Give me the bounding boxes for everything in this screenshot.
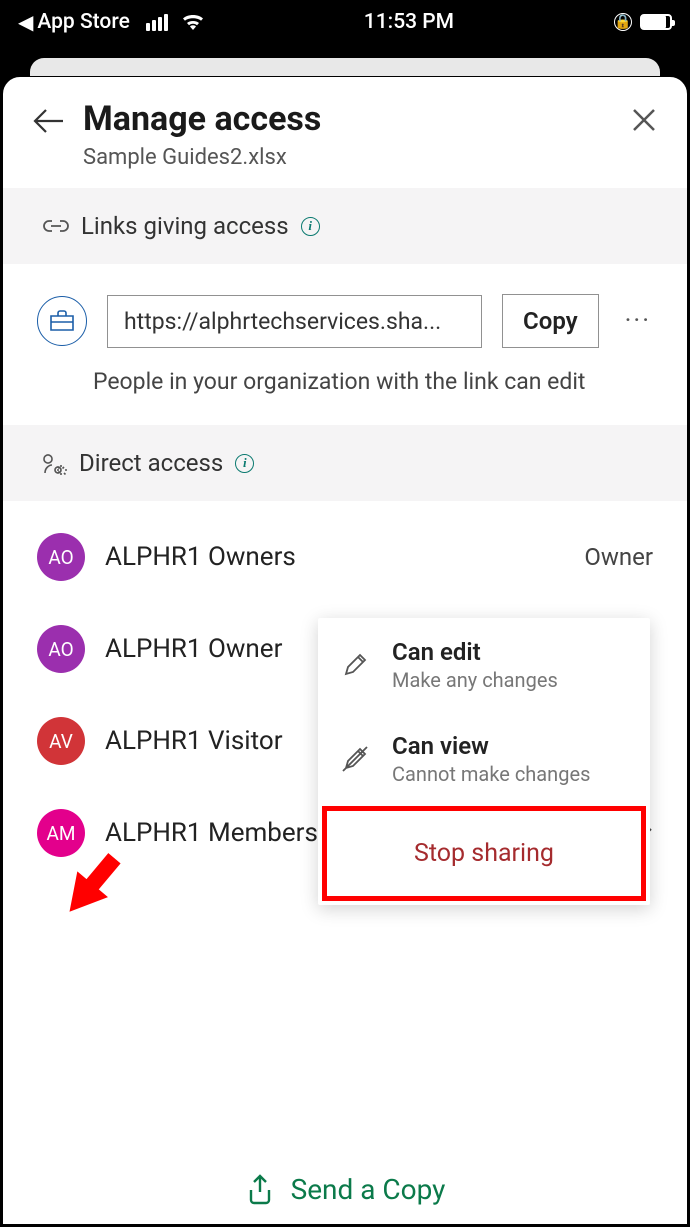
battery-icon <box>640 14 672 30</box>
send-copy-label: Send a Copy <box>291 1173 446 1206</box>
pencil-icon <box>340 652 370 678</box>
share-url-field[interactable]: https://alphrtechservices.sha... <box>107 295 482 348</box>
stop-sharing-option[interactable]: Stop sharing <box>322 806 646 901</box>
permissions-popup: Can edit Make any changes Can view Canno… <box>318 618 650 905</box>
close-button[interactable] <box>631 103 657 141</box>
link-icon <box>43 217 69 235</box>
option-title: Can edit <box>392 638 628 666</box>
back-button[interactable] <box>33 107 65 143</box>
option-subtitle: Cannot make changes <box>392 762 628 786</box>
copy-button[interactable]: Copy <box>502 294 599 348</box>
link-description: People in your organization with the lin… <box>93 368 657 395</box>
can-edit-option[interactable]: Can edit Make any changes <box>318 618 650 712</box>
can-view-option[interactable]: Can view Cannot make changes <box>318 712 650 806</box>
avatar: AV <box>37 717 85 765</box>
back-to-app[interactable]: ◀ App Store <box>18 10 130 34</box>
wifi-icon <box>182 14 204 30</box>
option-subtitle: Make any changes <box>392 668 628 692</box>
pencil-slash-icon <box>340 745 370 773</box>
orientation-lock-icon: 🔒 <box>614 13 632 31</box>
person-settings-icon <box>43 451 67 475</box>
org-link-icon <box>37 296 87 346</box>
file-name: Sample Guides2.xlsx <box>83 145 613 170</box>
sheet-header: Manage access Sample Guides2.xlsx <box>3 77 687 188</box>
status-time: 11:53 PM <box>364 10 454 34</box>
link-more-button[interactable]: ··· <box>619 306 657 336</box>
avatar: AO <box>37 533 85 581</box>
link-section: https://alphrtechservices.sha... Copy ··… <box>3 264 687 425</box>
avatar: AO <box>37 625 85 673</box>
back-arrow-icon: ◀ <box>18 10 33 34</box>
group-name: ALPHR1 Owners <box>105 542 564 572</box>
page-title: Manage access <box>83 99 613 139</box>
links-section-header: Links giving access i <box>3 188 687 264</box>
direct-access-section-header: Direct access i <box>3 425 687 501</box>
info-icon[interactable]: i <box>301 217 320 236</box>
option-title: Can view <box>392 732 628 760</box>
back-app-label: App Store <box>37 10 129 34</box>
cellular-signal-icon <box>146 14 168 31</box>
status-bar: ◀ App Store 11:53 PM 🔒 <box>0 0 690 44</box>
share-icon <box>245 1174 275 1206</box>
avatar: AM <box>37 809 85 857</box>
send-copy-button[interactable]: Send a Copy <box>3 1173 687 1206</box>
info-icon[interactable]: i <box>235 454 254 473</box>
direct-access-label: Direct access <box>79 449 223 477</box>
links-section-label: Links giving access <box>81 212 289 240</box>
access-row: AO ALPHR1 Owners Owner <box>3 511 687 603</box>
role-label: Owner <box>584 543 653 571</box>
